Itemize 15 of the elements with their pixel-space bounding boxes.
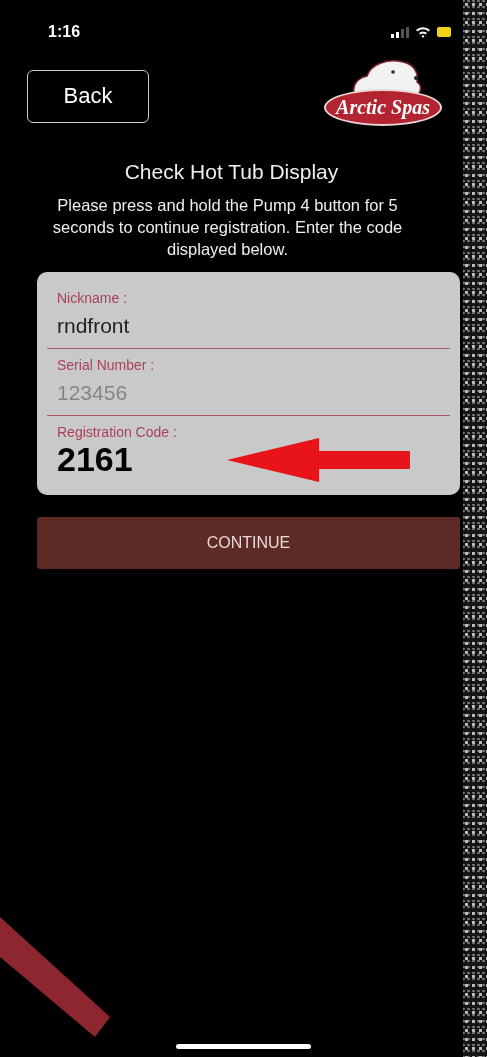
logo-text: Arctic Spas (324, 89, 442, 126)
back-button[interactable]: Back (27, 69, 149, 123)
page-title: Check Hot Tub Display (123, 160, 340, 184)
field-label: Nickname : (57, 290, 129, 306)
battery-icon (437, 27, 451, 37)
wifi-icon (415, 26, 431, 38)
input-field[interactable]: 2161 (57, 440, 167, 479)
input-field[interactable]: 123456 (57, 373, 237, 409)
field-label: Serial Number : (57, 357, 156, 373)
input-field[interactable]: rndfront (57, 306, 237, 342)
continue-button[interactable]: CONTINUE (37, 517, 460, 569)
field-label: Registration Code : (57, 424, 178, 440)
signal-icon (391, 26, 409, 38)
status-time: 1:16 (48, 23, 81, 41)
instruction-text: Please press and hold the Pump 4 button for 5 seconds to continue registration. Enter the code displayed below. (51, 195, 404, 260)
